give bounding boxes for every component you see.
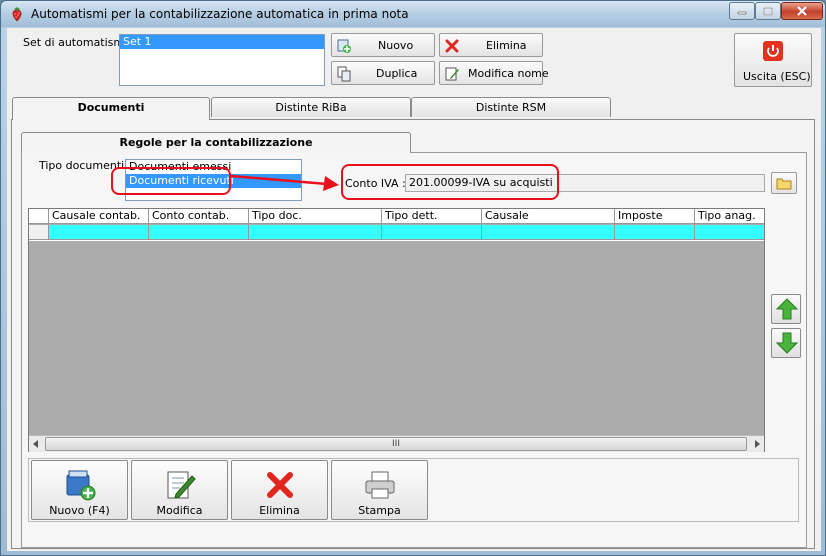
arrow-down-icon xyxy=(776,332,798,354)
set-item[interactable]: Set 1 xyxy=(120,35,324,49)
row-header-corner xyxy=(29,209,49,224)
delete-icon xyxy=(267,472,293,498)
grid-cell[interactable] xyxy=(615,225,695,240)
set-label: Set di automatismi : xyxy=(23,36,135,49)
tab-distinte-rsm[interactable]: Distinte RSM xyxy=(411,97,611,117)
table-row[interactable] xyxy=(29,225,764,241)
browse-conto-button[interactable] xyxy=(771,172,797,194)
column-header[interactable]: Tipo dett. xyxy=(382,209,482,224)
window-title: Automatismi per la contabilizzazione aut… xyxy=(31,7,409,21)
strawberry-icon xyxy=(12,7,22,22)
grid-header: Causale contab. Conto contab. Tipo doc. … xyxy=(29,209,764,224)
grid-cell[interactable] xyxy=(49,225,149,240)
grid-cell[interactable] xyxy=(382,225,482,240)
maximize-icon xyxy=(763,6,773,16)
client-area: Set di automatismi : Set 1 Nuovo Elimina… xyxy=(7,28,821,551)
move-down-button[interactable] xyxy=(771,328,801,358)
column-header[interactable]: Tipo doc. xyxy=(249,209,382,224)
close-button[interactable] xyxy=(781,2,823,20)
nuovo-regola-button[interactable]: Nuovo (F4) xyxy=(31,460,128,520)
stampa-button[interactable]: Stampa xyxy=(331,460,428,520)
tab-distinte-riba[interactable]: Distinte RiBa xyxy=(211,97,411,117)
minimize-button[interactable] xyxy=(729,2,755,20)
nuovo-set-button[interactable]: Nuovo xyxy=(331,33,435,57)
column-header[interactable]: Causale xyxy=(482,209,615,224)
column-header[interactable]: Conto contab. xyxy=(149,209,249,224)
scroll-left-icon[interactable] xyxy=(32,440,40,448)
column-header[interactable]: Causale contab. xyxy=(49,209,149,224)
rules-grid[interactable]: Causale contab. Conto contab. Tipo doc. … xyxy=(28,208,765,452)
elimina-regola-button[interactable]: Elimina xyxy=(231,460,328,520)
row-selector[interactable] xyxy=(29,225,49,240)
tab-documenti[interactable]: Documenti xyxy=(12,97,210,120)
minimize-icon xyxy=(737,11,747,15)
tab-regole[interactable]: Regole per la contabilizzazione xyxy=(21,132,411,153)
exit-icon xyxy=(763,41,783,61)
move-up-button[interactable] xyxy=(771,294,801,324)
scroll-right-icon[interactable] xyxy=(753,440,761,448)
delete-icon xyxy=(445,39,459,53)
grid-cell[interactable] xyxy=(695,225,764,240)
grid-cell[interactable] xyxy=(149,225,249,240)
new-item-icon xyxy=(66,470,96,501)
printer-icon xyxy=(365,471,395,499)
title-bar[interactable]: Automatismi per la contabilizzazione aut… xyxy=(1,1,825,27)
maximize-button[interactable] xyxy=(755,2,781,20)
set-listbox[interactable]: Set 1 xyxy=(119,34,325,86)
duplica-set-button[interactable]: Duplica xyxy=(331,61,435,85)
annotation-highlight-tipo xyxy=(111,167,231,195)
column-header[interactable]: Tipo anag. xyxy=(695,209,764,224)
uscita-button[interactable]: Uscita (ESC) xyxy=(734,33,812,87)
modifica-regola-button[interactable]: Modifica xyxy=(131,460,228,520)
modifica-nome-button[interactable]: Modifica nome xyxy=(439,61,549,85)
horizontal-scrollbar[interactable]: III xyxy=(29,435,764,452)
new-document-icon xyxy=(337,39,351,53)
grid-cell[interactable] xyxy=(482,225,615,240)
elimina-set-button[interactable]: Elimina xyxy=(439,33,543,57)
close-icon xyxy=(797,6,807,16)
duplicate-icon xyxy=(337,66,351,82)
edit-icon xyxy=(167,471,196,499)
column-header[interactable]: Imposte xyxy=(615,209,695,224)
folder-icon xyxy=(776,178,792,190)
edit-icon xyxy=(445,67,459,81)
scrollbar-thumb[interactable]: III xyxy=(45,437,747,451)
main-window: Automatismi per la contabilizzazione aut… xyxy=(0,0,826,556)
arrow-up-icon xyxy=(776,298,798,320)
annotation-arrow-icon xyxy=(230,174,339,191)
annotation-highlight-conto xyxy=(341,164,559,200)
grid-cell[interactable] xyxy=(249,225,382,240)
